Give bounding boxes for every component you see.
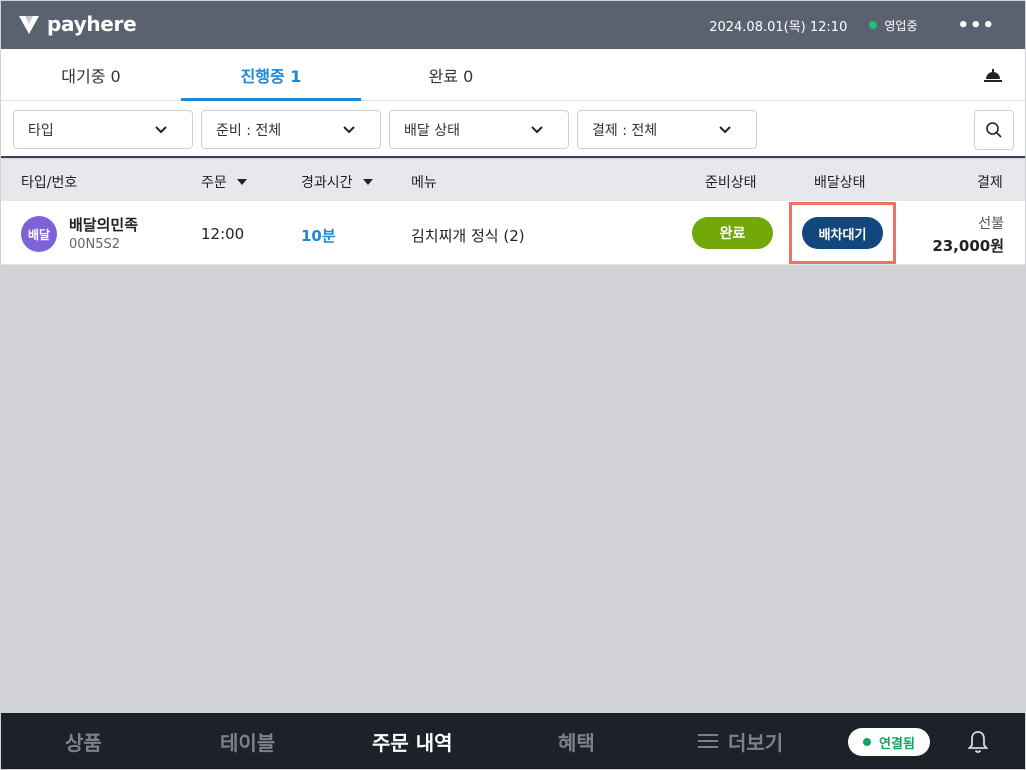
- search-icon: [986, 122, 1002, 138]
- datetime: 2024.08.01(목) 12:10: [709, 19, 848, 35]
- more-icon[interactable]: •••: [957, 15, 995, 36]
- notification-bell-icon[interactable]: [966, 729, 990, 755]
- store-name: 배달의민족: [69, 216, 139, 234]
- hamburger-menu-icon: [698, 734, 718, 748]
- order-number: 00N5S2: [69, 237, 121, 252]
- business-status: 영업중: [869, 17, 917, 34]
- logo-text: payhere: [47, 12, 137, 36]
- filter-delivery-label: 배달 상태: [404, 122, 460, 139]
- col-type-number: 타입/번호: [21, 175, 78, 191]
- tab-in-progress[interactable]: 진행중 1: [181, 49, 361, 101]
- sort-caret-icon: [362, 179, 373, 185]
- bottom-nav: 상품 테이블 주문 내역 혜택 더보기 연결됨: [1, 713, 1025, 769]
- connection-label: 연결됨: [879, 736, 915, 752]
- order-status-tabs: 대기중 0 진행중 1 완료 0: [1, 49, 1025, 101]
- filter-prep[interactable]: 준비 : 전체: [201, 110, 381, 149]
- business-status-label: 영업중: [884, 18, 918, 33]
- status-dot-icon: [869, 21, 878, 29]
- delivery-status-button[interactable]: 배차대기: [802, 217, 883, 249]
- order-type-badge: 배달: [21, 216, 57, 252]
- nav-benefits[interactable]: 혜택: [558, 713, 595, 769]
- col-menu: 메뉴: [411, 175, 437, 191]
- table-header: 타입/번호 주문 경과시간 메뉴 준비상태 배달상태 결제: [1, 159, 1025, 201]
- chevron-down-icon: [343, 126, 355, 134]
- col-elapsed[interactable]: 경과시간: [301, 172, 373, 192]
- search-button[interactable]: [974, 110, 1014, 150]
- service-bell-icon[interactable]: [983, 66, 1003, 84]
- elapsed-time: 10분: [301, 227, 336, 245]
- chevron-down-icon: [155, 126, 167, 134]
- filter-payment-label: 결제 : 전체: [592, 122, 658, 139]
- prep-status-button[interactable]: 완료: [692, 217, 773, 249]
- payment-type: 선불: [978, 216, 1004, 232]
- col-payment: 결제: [977, 175, 1003, 191]
- tab-waiting[interactable]: 대기중 0: [1, 49, 181, 101]
- filter-payment[interactable]: 결제 : 전체: [577, 110, 757, 149]
- tab-complete[interactable]: 완료 0: [361, 49, 541, 101]
- connection-status: 연결됨: [848, 728, 930, 756]
- payment-amount: 23,000원: [932, 237, 1004, 255]
- nav-products[interactable]: 상품: [65, 713, 102, 769]
- sort-caret-icon: [236, 179, 247, 185]
- order-time: 12:00: [201, 225, 245, 243]
- filter-delivery[interactable]: 배달 상태: [389, 110, 569, 149]
- logo: payhere: [17, 12, 137, 36]
- app-frame: payhere 2024.08.01(목) 12:10 영업중 ••• 대기중 …: [1, 1, 1025, 769]
- chevron-down-icon: [719, 126, 731, 134]
- nav-tables[interactable]: 테이블: [220, 713, 275, 769]
- connection-dot-icon: [863, 738, 872, 746]
- col-delivery-status: 배달상태: [814, 175, 866, 191]
- chevron-down-icon: [531, 126, 543, 134]
- filter-prep-label: 준비 : 전체: [216, 122, 282, 139]
- nav-more[interactable]: 더보기: [698, 713, 783, 769]
- filter-type-label: 타입: [28, 122, 54, 139]
- nav-more-label: 더보기: [728, 730, 784, 755]
- col-prep-status: 준비상태: [705, 175, 757, 191]
- nav-order-history[interactable]: 주문 내역: [372, 713, 453, 769]
- menu-summary: 김치찌개 정식 (2): [411, 227, 525, 245]
- payhere-logo-icon: [19, 16, 39, 34]
- col-order-time[interactable]: 주문: [201, 172, 247, 192]
- filter-bar: 타입 준비 : 전체 배달 상태 결제 : 전체: [1, 101, 1025, 158]
- filter-type[interactable]: 타입: [13, 110, 193, 149]
- top-bar: payhere 2024.08.01(목) 12:10 영업중 •••: [1, 1, 1025, 49]
- table-row[interactable]: 배달 배달의민족 00N5S2 12:00 10분 김치찌개 정식 (2) 완료…: [1, 201, 1025, 265]
